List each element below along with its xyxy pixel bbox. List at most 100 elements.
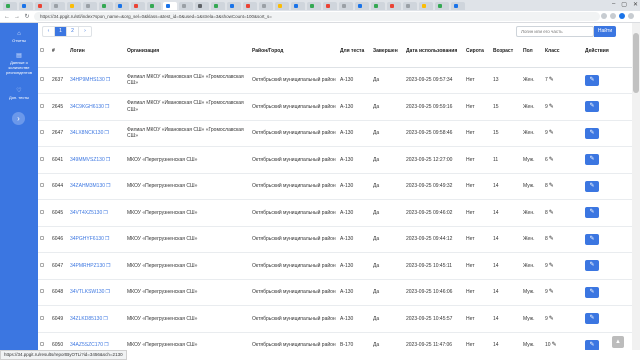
row-checkbox[interactable] — [40, 315, 44, 320]
star-icon[interactable] — [601, 13, 607, 19]
row-checkbox[interactable] — [40, 103, 44, 108]
edit-button[interactable]: ✎ — [585, 260, 599, 272]
header-district[interactable]: Район/Город — [250, 47, 338, 68]
browser-tab[interactable] — [147, 1, 161, 10]
browser-tab[interactable] — [99, 1, 113, 10]
scrollbar-thumb[interactable] — [633, 33, 639, 93]
browser-tab[interactable] — [51, 1, 65, 10]
copy-icon[interactable]: ❐ — [104, 342, 108, 348]
row-checkbox[interactable] — [40, 236, 44, 240]
edit-button[interactable]: ✎ — [585, 127, 599, 139]
browser-tab[interactable] — [371, 1, 385, 10]
copy-icon[interactable]: ❐ — [105, 236, 109, 242]
row-checkbox[interactable] — [40, 130, 44, 134]
edit-class-icon[interactable]: ✎ — [549, 210, 554, 216]
edit-class-icon[interactable]: ✎ — [549, 236, 554, 242]
browser-tab[interactable] — [403, 1, 417, 10]
edit-button[interactable]: ✎ — [585, 154, 599, 166]
login-link[interactable]: 34ZAHM3M130 — [70, 183, 105, 189]
edit-class-icon[interactable]: ✎ — [549, 77, 554, 83]
copy-icon[interactable]: ❐ — [104, 130, 108, 136]
browser-tab[interactable] — [275, 1, 289, 10]
sidebar-toggle-button[interactable]: › — [12, 112, 25, 125]
browser-tab[interactable] — [307, 1, 321, 10]
back-icon[interactable]: ← — [4, 14, 10, 20]
browser-tab[interactable] — [291, 1, 305, 10]
menu-icon[interactable] — [628, 13, 634, 19]
header-class[interactable]: Класс — [543, 47, 583, 68]
edit-button[interactable]: ✎ — [585, 101, 599, 113]
header-date[interactable]: Дата использования — [404, 47, 464, 68]
browser-tab[interactable] — [323, 1, 337, 10]
browser-tab[interactable] — [435, 1, 449, 10]
edit-button[interactable]: ✎ — [585, 74, 599, 86]
login-link[interactable]: 34VTLKSW130 — [70, 289, 104, 295]
browser-tab[interactable] — [19, 1, 33, 10]
header-login[interactable]: Логин — [68, 47, 125, 68]
login-link[interactable]: 34PGHYF6130 — [70, 236, 104, 242]
copy-icon[interactable]: ❐ — [106, 157, 110, 163]
browser-tab[interactable] — [259, 1, 273, 10]
browser-tab[interactable] — [387, 1, 401, 10]
select-all-checkbox[interactable] — [40, 48, 44, 52]
extensions-icon[interactable] — [610, 13, 616, 19]
edit-class-icon[interactable]: ✎ — [549, 289, 554, 295]
edit-button[interactable]: ✎ — [585, 286, 599, 298]
edit-class-icon[interactable]: ✎ — [549, 104, 554, 110]
forward-icon[interactable]: → — [14, 14, 20, 20]
profile-icon[interactable] — [619, 13, 625, 19]
edit-class-icon[interactable]: ✎ — [549, 157, 554, 163]
browser-tab[interactable] — [67, 1, 81, 10]
scroll-to-top-button[interactable]: ▲ — [612, 336, 624, 348]
edit-class-icon[interactable]: ✎ — [549, 263, 554, 269]
browser-tab[interactable] — [163, 1, 177, 10]
edit-class-icon[interactable]: ✎ — [552, 342, 557, 348]
copy-icon[interactable]: ❐ — [103, 210, 107, 216]
login-link[interactable]: 349MMVSZ130 — [70, 157, 105, 163]
edit-button[interactable]: ✎ — [585, 233, 599, 245]
close-icon[interactable]: ✕ — [633, 1, 638, 8]
edit-class-icon[interactable]: ✎ — [549, 183, 554, 189]
row-checkbox[interactable] — [40, 77, 44, 81]
pagination-prev[interactable]: ‹ — [43, 27, 55, 36]
search-input[interactable] — [516, 26, 594, 37]
browser-tab[interactable] — [3, 1, 17, 10]
header-test[interactable]: Для теста — [338, 47, 371, 68]
login-link[interactable]: 34VT4XZ5130 — [70, 210, 102, 216]
browser-tab[interactable] — [83, 1, 97, 10]
header-age[interactable]: Возраст — [491, 47, 521, 68]
row-checkbox[interactable] — [40, 183, 44, 187]
browser-tab[interactable] — [131, 1, 145, 10]
header-completed[interactable]: Завершен — [371, 47, 404, 68]
browser-tab[interactable] — [355, 1, 369, 10]
header-gender[interactable]: Пол — [521, 47, 543, 68]
browser-tab[interactable] — [179, 1, 193, 10]
maximize-icon[interactable]: ▢ — [621, 1, 627, 8]
login-link[interactable]: 34ZLKD85130 — [70, 316, 102, 322]
login-link[interactable]: 34HP9MHS130 — [70, 77, 105, 83]
edit-button[interactable]: ✎ — [585, 313, 599, 325]
browser-tab[interactable] — [419, 1, 433, 10]
browser-tab[interactable] — [227, 1, 241, 10]
url-field[interactable]: https://34.ppgit.ru/stl/index?spon_name=… — [34, 12, 600, 21]
browser-tab[interactable] — [195, 1, 209, 10]
copy-icon[interactable]: ❐ — [106, 263, 110, 269]
browser-tab[interactable] — [339, 1, 353, 10]
login-link[interactable]: 34PMRHPZ130 — [70, 263, 105, 269]
reload-icon[interactable]: ↻ — [24, 13, 30, 20]
copy-icon[interactable]: ❐ — [106, 183, 110, 189]
browser-tab[interactable] — [243, 1, 257, 10]
row-checkbox[interactable] — [40, 262, 44, 267]
browser-tab[interactable] — [451, 1, 465, 10]
minimize-icon[interactable]: – — [612, 1, 615, 8]
browser-tab[interactable] — [35, 1, 49, 10]
login-link[interactable]: 34AZ5SZC170 — [70, 342, 103, 348]
edit-class-icon[interactable]: ✎ — [549, 130, 554, 136]
row-checkbox[interactable] — [40, 342, 44, 347]
edit-class-icon[interactable]: ✎ — [549, 316, 554, 322]
page-scrollbar[interactable] — [632, 23, 640, 350]
browser-tab[interactable] — [211, 1, 225, 10]
header-organization[interactable]: Организация — [125, 47, 250, 68]
header-orphan[interactable]: Сирота — [464, 47, 491, 68]
edit-button[interactable]: ✎ — [585, 207, 599, 219]
